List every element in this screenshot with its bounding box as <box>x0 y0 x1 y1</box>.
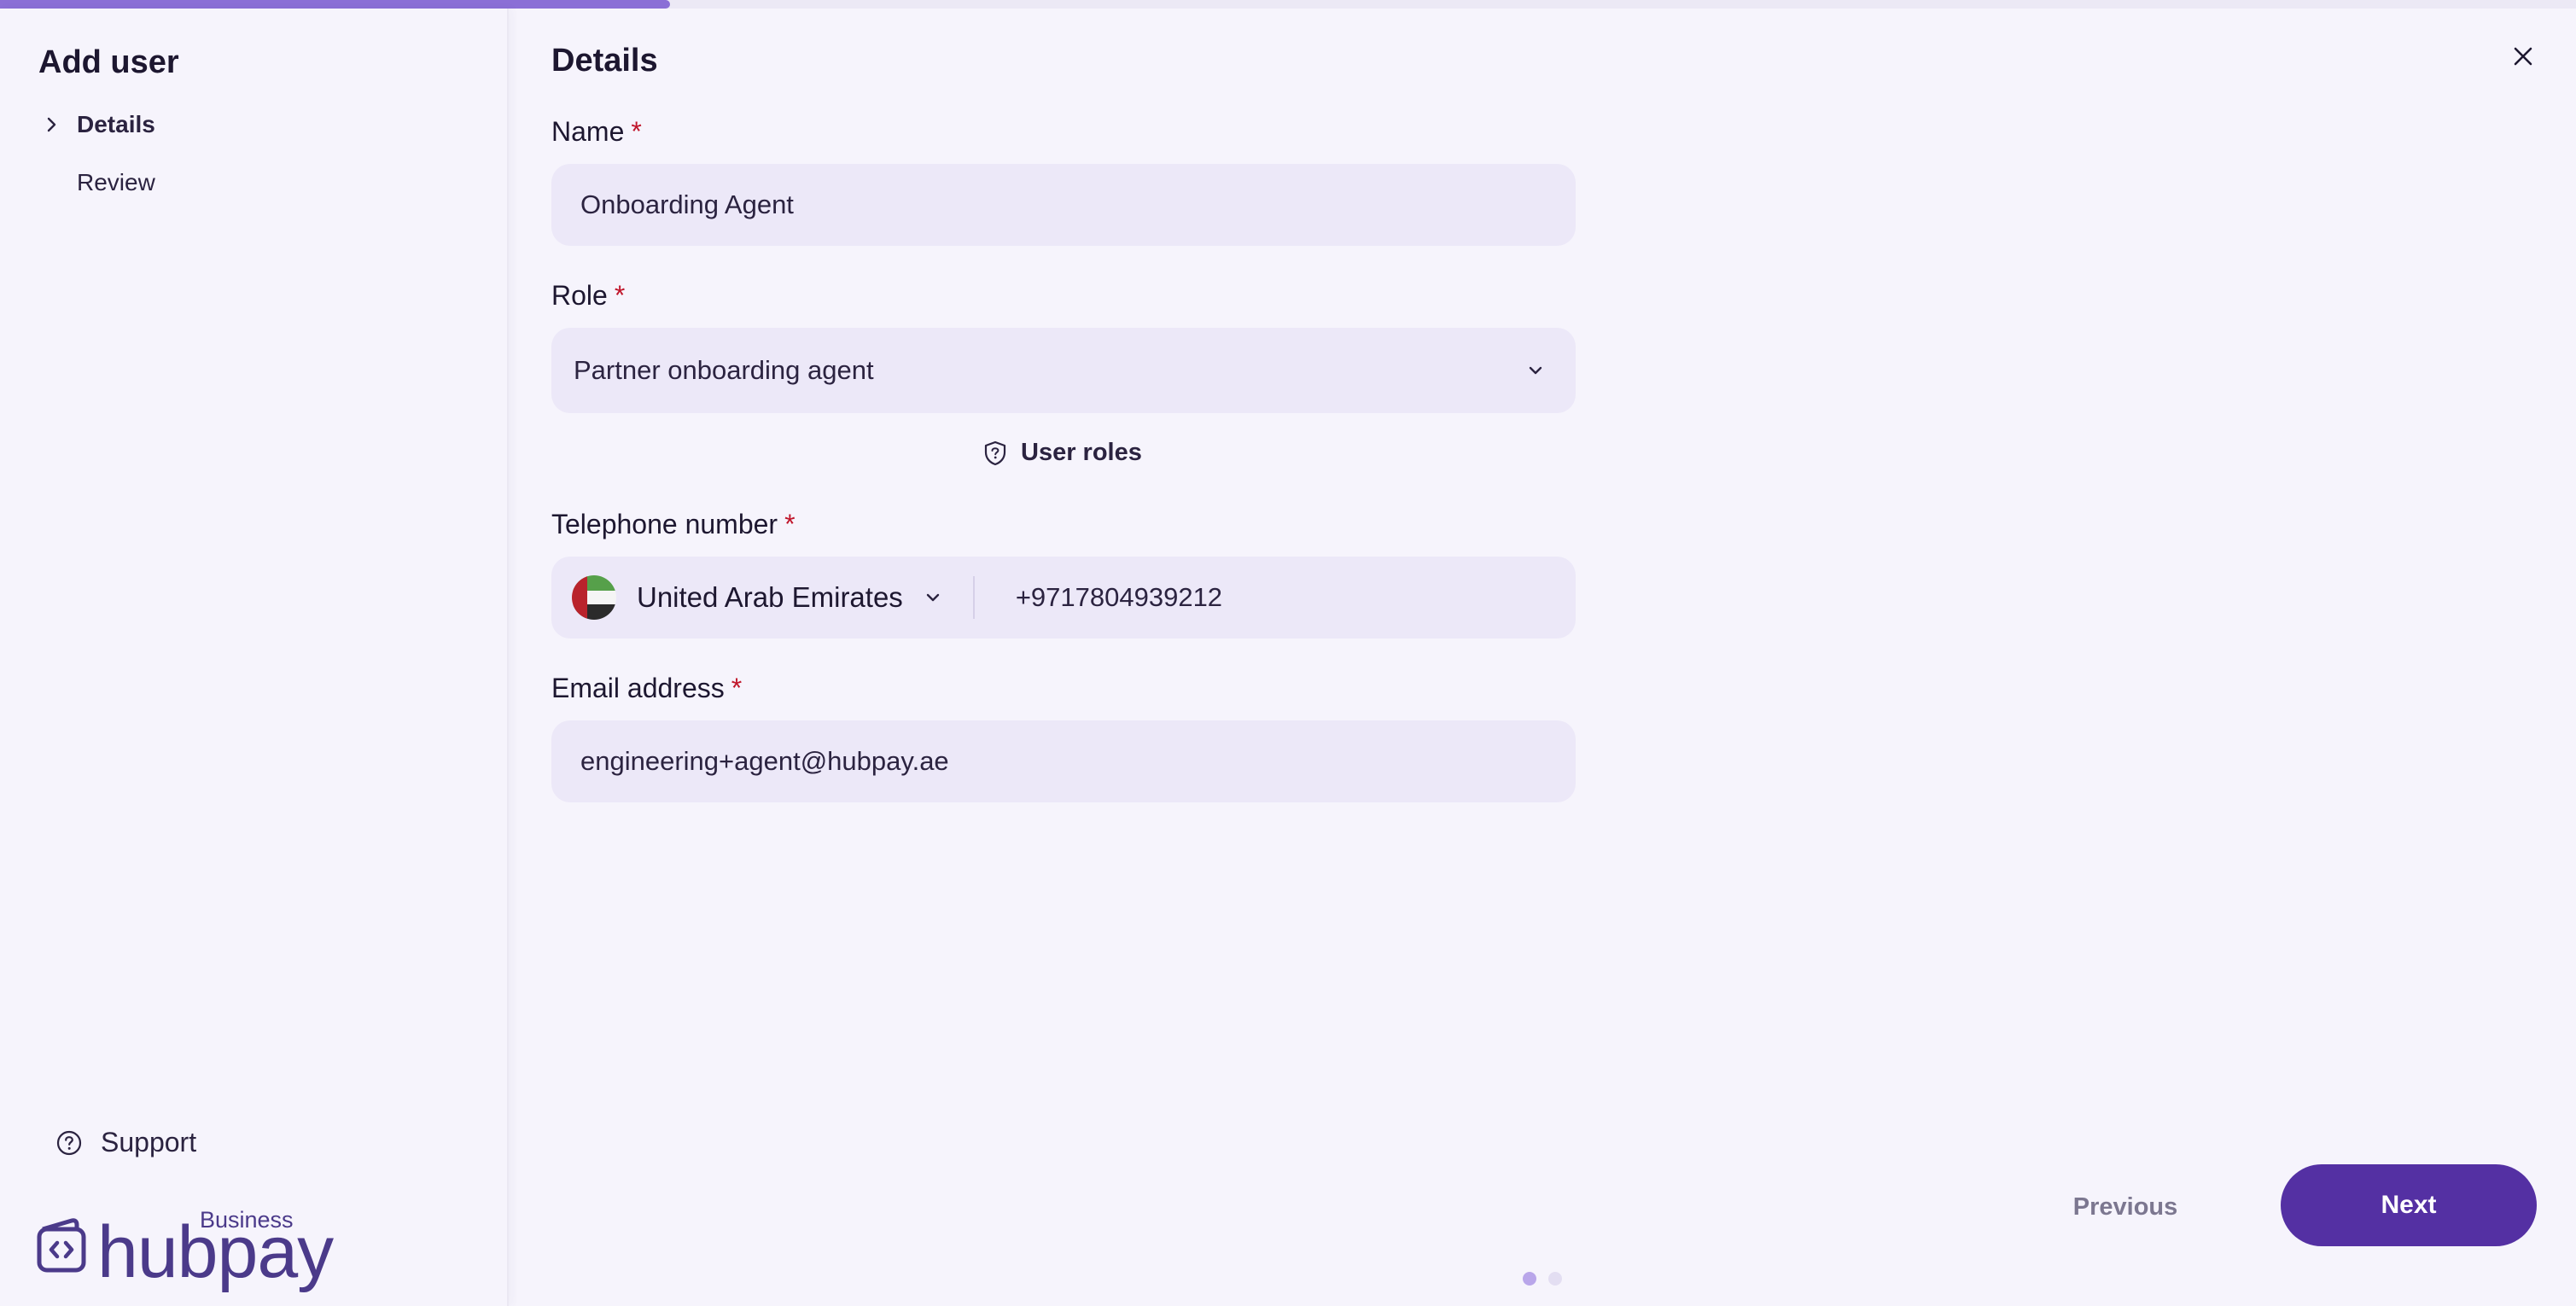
chevron-down-icon <box>926 593 940 602</box>
required-marker: * <box>731 673 743 703</box>
chevron-down-icon <box>1529 366 1542 375</box>
page-indicator <box>1523 1272 1562 1286</box>
country-name: United Arab Emirates <box>637 581 903 613</box>
role-label-text: Role <box>551 280 608 311</box>
country-select[interactable]: United Arab Emirates <box>572 575 942 620</box>
support-link[interactable]: Support <box>56 1127 196 1158</box>
email-label-text: Email address <box>551 673 725 703</box>
email-label: Email address * <box>551 673 742 704</box>
required-marker: * <box>614 280 626 311</box>
user-roles-label: User roles <box>1021 439 1142 466</box>
previous-button[interactable]: Previous <box>2049 1164 2202 1250</box>
page-title: Details <box>551 43 658 79</box>
close-icon[interactable] <box>2509 43 2537 70</box>
phone-label-text: Telephone number <box>551 509 778 539</box>
step-details[interactable]: Details <box>77 111 155 138</box>
logo-wordmark: hubpay <box>97 1211 334 1293</box>
help-circle-icon <box>56 1130 82 1155</box>
phone-input[interactable]: +9717804939212 <box>1016 582 1222 613</box>
phone-label: Telephone number * <box>551 509 796 540</box>
name-label-text: Name <box>551 116 625 147</box>
phone-field: United Arab Emirates +9717804939212 <box>551 557 1576 638</box>
role-label: Role * <box>551 280 625 312</box>
chevron-right-icon <box>47 117 56 132</box>
progress-fill <box>0 0 670 9</box>
page-dot <box>1523 1272 1536 1286</box>
user-roles-link[interactable]: User roles <box>983 439 1142 467</box>
name-input[interactable]: Onboarding Agent <box>551 164 1576 246</box>
shield-icon <box>984 440 1006 465</box>
required-marker: * <box>631 116 642 147</box>
uae-flag-icon <box>572 575 616 620</box>
hubpay-logo: Business hubpay <box>36 1207 334 1292</box>
sidebar-title: Add user <box>38 44 179 80</box>
page-dot <box>1548 1272 1562 1286</box>
role-select-value: Partner onboarding agent <box>574 355 874 385</box>
email-input[interactable]: engineering+agent@hubpay.ae <box>551 720 1576 802</box>
name-label: Name * <box>551 116 642 148</box>
progress-bar <box>0 0 2576 9</box>
hubpay-logo-icon <box>37 1218 86 1273</box>
role-select[interactable]: Partner onboarding agent <box>551 328 1576 413</box>
next-button[interactable]: Next <box>2281 1164 2537 1246</box>
step-review[interactable]: Review <box>77 169 155 196</box>
sidebar: Add user Details Review Support Business… <box>0 9 509 1306</box>
required-marker: * <box>784 509 796 539</box>
support-label: Support <box>101 1127 197 1157</box>
phone-divider <box>972 576 975 619</box>
